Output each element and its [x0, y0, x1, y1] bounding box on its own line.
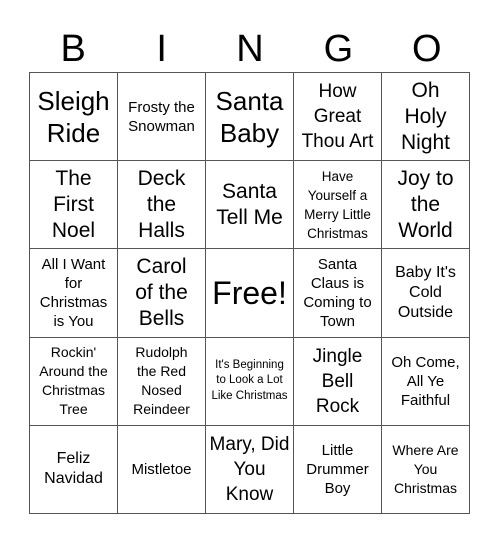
bingo-cell[interactable]: Sleigh Ride — [30, 73, 118, 162]
bingo-cell[interactable]: Deck the Halls — [118, 161, 206, 250]
bingo-cell[interactable]: Frosty the Snowman — [118, 73, 206, 162]
bingo-cell[interactable]: Where Are You Christmas — [382, 425, 470, 514]
header-letter-b: B — [60, 28, 86, 70]
bingo-cell[interactable]: Mistletoe — [118, 425, 206, 514]
free-space[interactable]: Free! — [206, 249, 294, 338]
bingo-cell[interactable]: Have Yourself a Merry Little Christmas — [294, 161, 382, 250]
bingo-cell[interactable]: It's Beginning to Look a Lot Like Christ… — [206, 337, 294, 426]
bingo-cell[interactable]: Oh Holy Night — [382, 73, 470, 162]
bingo-cell[interactable]: Santa Claus is Coming to Town — [294, 249, 382, 338]
bingo-header: B I N G O — [29, 26, 471, 72]
bingo-cell[interactable]: Mary, Did You Know — [206, 425, 294, 514]
bingo-grid: Sleigh Ride Frosty the Snowman Santa Bab… — [29, 72, 470, 514]
bingo-cell[interactable]: Santa Tell Me — [206, 161, 294, 250]
bingo-cell[interactable]: Joy to the World — [382, 161, 470, 250]
bingo-cell[interactable]: Rudolph the Red Nosed Reindeer — [118, 337, 206, 426]
bingo-cell[interactable]: Baby It's Cold Outside — [382, 249, 470, 338]
bingo-cell[interactable]: Feliz Navidad — [30, 425, 118, 514]
bingo-cell[interactable]: Jingle Bell Rock — [294, 337, 382, 426]
bingo-cell[interactable]: Rockin' Around the Christmas Tree — [30, 337, 118, 426]
bingo-cell[interactable]: The First Noel — [30, 161, 118, 250]
header-letter-i: I — [156, 28, 167, 70]
header-letter-g: G — [323, 28, 354, 70]
header-letter-o: O — [412, 28, 442, 70]
header-letter-n: N — [236, 28, 264, 70]
bingo-cell[interactable]: Little Drummer Boy — [294, 425, 382, 514]
bingo-cell[interactable]: How Great Thou Art — [294, 73, 382, 162]
bingo-cell[interactable]: Carol of the Bells — [118, 249, 206, 338]
bingo-cell[interactable]: All I Want for Christmas is You — [30, 249, 118, 338]
bingo-cell[interactable]: Oh Come, All Ye Faithful — [382, 337, 470, 426]
bingo-cell[interactable]: Santa Baby — [206, 73, 294, 162]
